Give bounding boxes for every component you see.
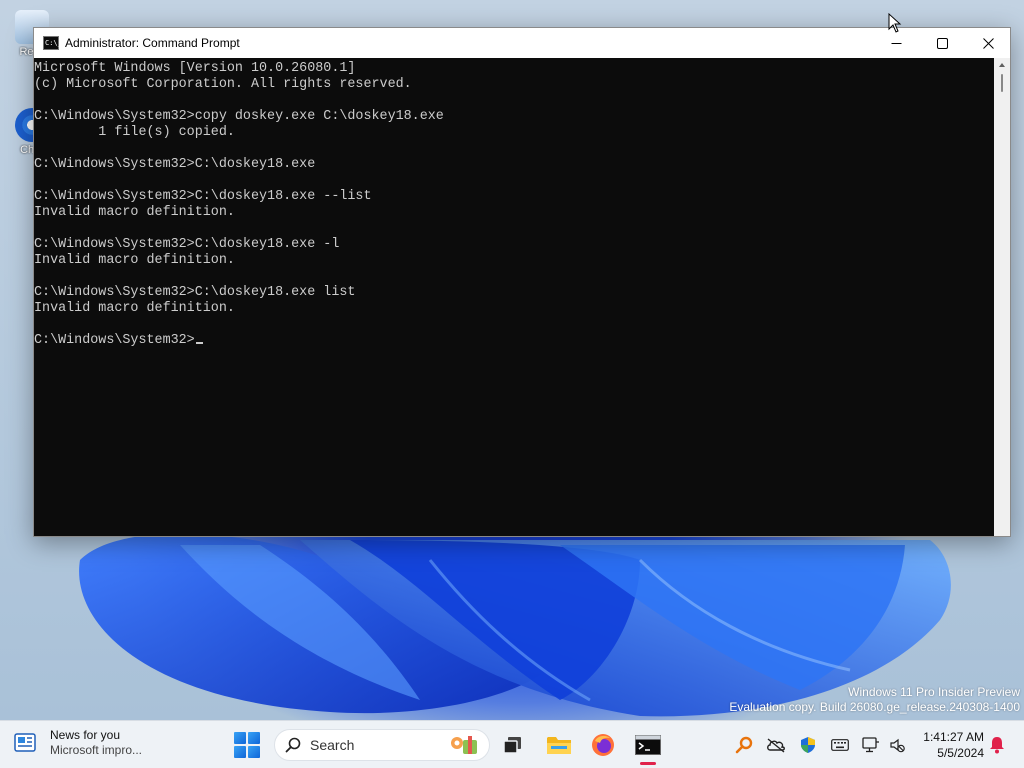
console-line-text: C:\Windows\System32>C:\doskey18.exe (34, 157, 316, 172)
start-icon-tile (234, 746, 246, 758)
start-icon-tile (248, 746, 260, 758)
task-view-icon (503, 737, 521, 754)
console-line: C:\Windows\System32>C:\doskey18.exe --li… (34, 189, 994, 205)
console-line: 1 file(s) copied. (34, 125, 994, 141)
clock-date: 5/5/2024 (937, 746, 984, 760)
tray-notifications[interactable] (986, 734, 1008, 756)
tray-network[interactable] (860, 734, 882, 756)
console-line: Invalid macro definition. (34, 253, 994, 269)
cmd-app-icon[interactable] (43, 36, 62, 50)
command-prompt-window[interactable]: Administrator: Command Prompt Microsoft … (33, 27, 1011, 537)
tray-volume[interactable] (886, 734, 908, 756)
maximize-icon (936, 37, 948, 49)
console-line: C:\Windows\System32>C:\doskey18.exe (34, 157, 994, 173)
news-title: News for you (50, 728, 121, 742)
news-icon (14, 732, 38, 754)
magnifier-icon (735, 736, 753, 754)
console-line-text: (c) Microsoft Corporation. All rights re… (34, 77, 412, 92)
console-line-text: C:\Windows\System32>C:\doskey18.exe -l (34, 237, 340, 252)
search-icon (285, 737, 301, 753)
search-label: Search (310, 737, 355, 753)
minimize-icon (891, 42, 901, 44)
console-line: Invalid macro definition. (34, 301, 994, 317)
console-line: Microsoft Windows [Version 10.0.26080.1] (34, 61, 994, 77)
console-line: Invalid macro definition. (34, 205, 994, 221)
clock-time: 1:41:27 AM (923, 730, 984, 744)
firefox-button[interactable] (588, 730, 618, 760)
console-line-text: C:\Windows\System32>C:\doskey18.exe --li… (34, 189, 372, 204)
window-titlebar[interactable]: Administrator: Command Prompt (34, 28, 1010, 58)
console-line-text: 1 file(s) copied. (34, 125, 235, 140)
taskbar: News for you Microsoft impro... Search 1… (0, 720, 1024, 768)
network-icon (862, 737, 879, 753)
tray-security[interactable] (797, 734, 819, 756)
console-line-text: C:\Windows\System32>copy doskey.exe C:\d… (34, 109, 444, 124)
command-prompt-taskbar-button[interactable] (633, 730, 663, 760)
text-cursor (195, 342, 203, 344)
active-app-indicator (640, 762, 656, 765)
start-icon-tile (248, 732, 260, 744)
news-subtitle: Microsoft impro... (50, 743, 143, 757)
console-scrollbar[interactable] (994, 58, 1010, 536)
start-button[interactable] (234, 732, 260, 758)
console-line: C:\Windows\System32>C:\doskey18.exe -l (34, 237, 994, 253)
notification-bell-icon (990, 737, 1004, 754)
search-highlight-icon (451, 736, 477, 754)
task-view-button[interactable] (498, 730, 528, 760)
taskbar-search[interactable]: Search (274, 729, 490, 761)
taskbar-clock[interactable]: 1:41:27 AM 5/5/2024 (914, 729, 984, 761)
windows-watermark: Windows 11 Pro Insider Preview Evaluatio… (729, 685, 1020, 715)
tray-onedrive[interactable] (765, 734, 787, 756)
console-line: C:\Windows\System32>copy doskey.exe C:\d… (34, 109, 994, 125)
console-line: C:\Windows\System32> (34, 333, 994, 349)
console-line-text: Microsoft Windows [Version 10.0.26080.1] (34, 61, 356, 76)
console-output[interactable]: Microsoft Windows [Version 10.0.26080.1]… (34, 58, 994, 536)
onedrive-offline-icon (767, 738, 785, 753)
firefox-icon (592, 734, 614, 756)
close-button[interactable] (965, 28, 1011, 58)
file-explorer-icon (547, 737, 571, 754)
file-explorer-button[interactable] (544, 730, 574, 760)
close-icon (982, 37, 994, 49)
console-line: C:\Windows\System32>C:\doskey18.exe list (34, 285, 994, 301)
volume-muted-icon (890, 738, 905, 753)
keyboard-icon (831, 739, 849, 751)
window-title: Administrator: Command Prompt (65, 36, 240, 50)
scroll-up-icon[interactable] (994, 58, 1010, 72)
security-shield-icon (801, 737, 815, 753)
tray-keyboard[interactable] (829, 734, 851, 756)
start-icon (234, 732, 246, 744)
console-line: (c) Microsoft Corporation. All rights re… (34, 77, 994, 93)
mouse-cursor-icon (888, 13, 902, 33)
maximize-button[interactable] (919, 28, 965, 58)
watermark-line-build: Evaluation copy. Build 26080.ge_release.… (729, 700, 1020, 714)
tray-magnifier[interactable] (733, 734, 755, 756)
console-line-text: C:\Windows\System32> (34, 333, 195, 348)
watermark-line-edition: Windows 11 Pro Insider Preview (848, 685, 1020, 699)
scrollbar-thumb[interactable] (1001, 74, 1003, 92)
console-line-text: C:\Windows\System32>C:\doskey18.exe list (34, 285, 356, 300)
console-line-text: Invalid macro definition. (34, 301, 235, 316)
news-widget[interactable]: News for you Microsoft impro... (14, 728, 142, 758)
command-prompt-icon (635, 735, 661, 755)
console-line-text: Invalid macro definition. (34, 205, 235, 220)
console-line-text: Invalid macro definition. (34, 253, 235, 268)
